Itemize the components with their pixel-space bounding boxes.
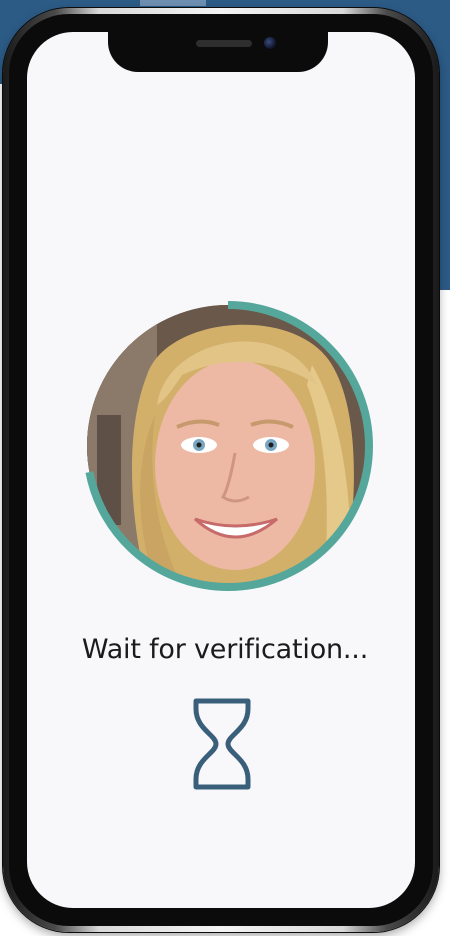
speaker-grille: [196, 40, 252, 47]
hourglass-icon: [193, 698, 251, 790]
screenshot-stage: Wait for verification...: [0, 0, 450, 936]
face-capture-area: [82, 300, 374, 592]
verification-progress-ring: [83, 301, 373, 591]
verification-status-text: Wait for verification...: [81, 634, 369, 665]
front-camera-icon: [264, 37, 276, 49]
background-accent: [140, 0, 206, 6]
